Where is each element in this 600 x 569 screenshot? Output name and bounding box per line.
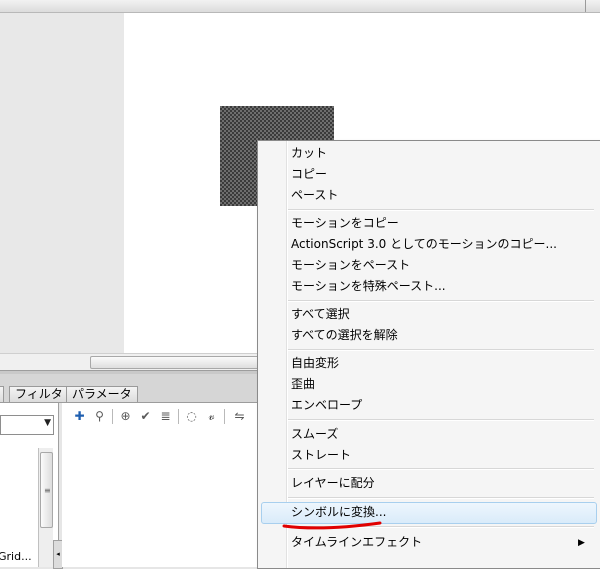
collapse-icon[interactable]: ⇋ — [232, 409, 247, 424]
tab-properties[interactable] — [0, 386, 4, 402]
grip-icon: ≡ — [44, 486, 51, 495]
menu-item-envelope[interactable]: エンベロープ — [291, 395, 362, 415]
menu-item-copy-motion[interactable]: モーションをコピー — [291, 213, 399, 233]
chevron-down-icon: ▼ — [44, 418, 51, 428]
menu-item-cut[interactable]: カット — [291, 143, 327, 163]
menu-item-distort[interactable]: 歪曲 — [291, 374, 315, 394]
vertical-scroll-thumb[interactable]: ≡ — [40, 452, 53, 528]
format-icon[interactable]: ≣ — [158, 409, 173, 424]
menu-item-straighten[interactable]: ストレート — [291, 445, 351, 465]
menu-separator — [288, 300, 594, 302]
menu-item-distribute-to-layers[interactable]: レイヤーに配分 — [291, 473, 375, 493]
add-icon[interactable]: ✚ — [72, 409, 87, 424]
menu-item-free-transform[interactable]: 自由変形 — [291, 353, 339, 373]
menu-item-deselect-all[interactable]: すべての選択を解除 — [291, 325, 398, 345]
find-icon[interactable]: ⚲ — [92, 409, 107, 424]
menu-item-paste-motion[interactable]: モーションをペースト — [291, 255, 410, 275]
divider — [178, 409, 179, 424]
red-underline-annotation — [282, 521, 382, 530]
code-hint-icon[interactable]: ◌ — [184, 409, 199, 424]
pasteboard — [0, 13, 124, 353]
divider — [112, 409, 113, 424]
menu-separator — [288, 497, 594, 499]
actionscript-version-select[interactable]: ▼ — [0, 415, 54, 435]
context-menu: カット コピー ペースト モーションをコピー ActionScript 3.0 … — [257, 140, 600, 569]
menu-item-paste-motion-special[interactable]: モーションを特殊ペースト... — [291, 276, 446, 296]
tree-item-label[interactable]: Grid... — [0, 550, 32, 563]
check-syntax-icon[interactable]: ✔ — [138, 409, 153, 424]
submenu-arrow-icon: ▶ — [578, 538, 585, 548]
menu-item-timeline-effects[interactable]: タイムラインエフェクト — [291, 532, 422, 552]
menu-item-copy-motion-as3[interactable]: ActionScript 3.0 としてのモーションのコピー... — [291, 234, 557, 254]
target-icon[interactable]: ⊕ — [118, 409, 133, 424]
menu-separator — [288, 419, 594, 421]
top-toolbar-strip — [0, 0, 600, 13]
divider — [224, 409, 225, 424]
divider — [585, 0, 586, 12]
menu-item-smooth[interactable]: スムーズ — [291, 424, 338, 444]
vertical-scrollbar[interactable]: ≡ — [38, 448, 53, 567]
menu-separator — [288, 349, 594, 351]
debug-icon[interactable]: 𝓋 — [204, 409, 219, 424]
menu-item-paste[interactable]: ペースト — [291, 185, 338, 205]
menu-separator — [288, 468, 594, 470]
tab-parameters[interactable]: パラメータ — [66, 386, 138, 402]
actions-left-pane: ▼ ≡ Grid... — [0, 403, 59, 567]
menu-separator — [288, 209, 594, 211]
tab-filters[interactable]: フィルタ — [9, 386, 69, 402]
horizontal-scroll-thumb[interactable] — [90, 356, 282, 369]
menu-item-copy[interactable]: コピー — [291, 164, 327, 184]
menu-item-select-all[interactable]: すべて選択 — [291, 304, 350, 324]
